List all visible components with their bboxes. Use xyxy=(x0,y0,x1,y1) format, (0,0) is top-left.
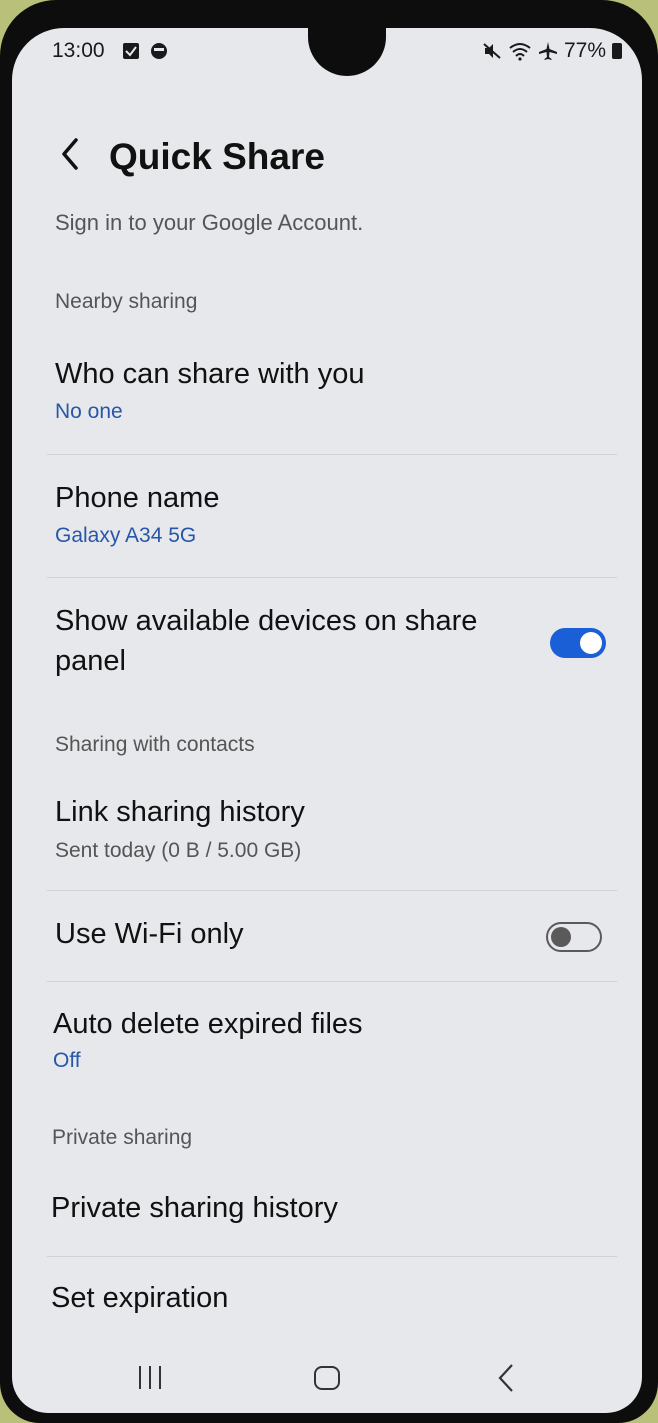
divider xyxy=(47,577,617,578)
screen: 13:00 77% Quick Share Sign in to your Go… xyxy=(12,28,642,1413)
airplane-icon xyxy=(538,42,557,60)
setting-title: Phone name xyxy=(55,482,220,514)
page-title: Quick Share xyxy=(109,136,325,177)
setting-title-line2: panel xyxy=(55,645,126,677)
setting-value: Off xyxy=(53,1049,81,1072)
setting-value: Sent today (0 B / 5.00 GB) xyxy=(55,839,302,862)
navigation-bar xyxy=(12,1343,642,1413)
wifi-icon xyxy=(509,43,531,61)
status-time: 13:00 xyxy=(52,39,105,62)
app-header: Quick Share xyxy=(12,128,642,188)
phone-frame: 13:00 77% Quick Share Sign in to your Go… xyxy=(0,0,658,1423)
setting-title: Set expiration xyxy=(51,1282,229,1314)
setting-title: Private sharing history xyxy=(51,1192,338,1224)
setting-title: Auto delete expired files xyxy=(53,1008,363,1040)
battery-icon xyxy=(612,43,622,59)
divider xyxy=(47,1256,617,1257)
divider xyxy=(47,454,617,455)
mute-icon xyxy=(483,43,501,59)
setting-title: Who can share with you xyxy=(55,358,365,390)
section-private-sharing: Private sharing xyxy=(52,1126,193,1149)
notification-box-icon xyxy=(123,43,139,59)
battery-percent: 77% xyxy=(563,39,606,62)
setting-title: Use Wi-Fi only xyxy=(55,918,244,950)
chevron-left-icon[interactable] xyxy=(52,134,88,174)
setting-value: No one xyxy=(55,400,123,423)
setting-title-line1: Show available devices on share xyxy=(55,605,478,637)
divider xyxy=(47,890,617,891)
show-devices-toggle[interactable] xyxy=(550,628,606,658)
setting-value: Galaxy A34 5G xyxy=(55,524,197,547)
google-account-signin[interactable]: Sign in to your Google Account. xyxy=(55,210,363,236)
section-sharing-with-contacts: Sharing with contacts xyxy=(55,733,255,756)
divider xyxy=(47,981,617,982)
status-bar: 13:00 77% xyxy=(12,28,642,76)
section-nearby-sharing: Nearby sharing xyxy=(55,290,198,313)
messenger-icon xyxy=(151,43,167,59)
status-right-group: 77% xyxy=(482,39,622,63)
setting-title: Link sharing history xyxy=(55,796,305,828)
back-icon[interactable] xyxy=(492,1361,522,1395)
recents-icon[interactable] xyxy=(136,1361,166,1395)
home-icon[interactable] xyxy=(312,1361,342,1395)
wifi-only-toggle[interactable] xyxy=(546,922,602,952)
